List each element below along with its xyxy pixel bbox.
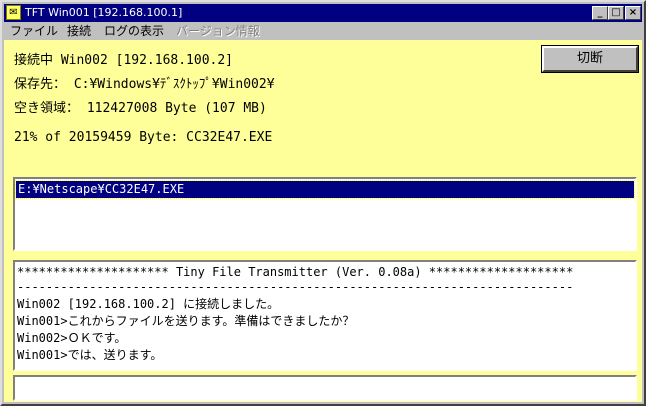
menu-file[interactable]: ファイル — [10, 22, 58, 40]
maximize-button[interactable]: □ — [608, 6, 624, 20]
free-space: 空き領域： 112427008 Byte (107 MB) — [14, 101, 267, 116]
message-input[interactable] — [13, 375, 637, 401]
app-icon[interactable]: ✉ — [6, 5, 21, 20]
log-line: ********************* Tiny File Transmit… — [17, 265, 574, 279]
transfer-progress: 21% of 20159459 Byte: CC32E47.EXE — [14, 130, 273, 145]
log-line: Win001>これからファイルを送ります。準備はできましたか？ — [17, 314, 355, 328]
minimize-icon: _ — [597, 7, 603, 18]
file-list-item[interactable]: E:¥Netscape¥CC32E47.EXE — [15, 180, 635, 199]
disconnect-button[interactable]: 切断 — [541, 45, 639, 73]
client-area: 接続中 Win002 [192.168.100.2] 保存先： C:¥Windo… — [4, 40, 642, 402]
file-list[interactable]: E:¥Netscape¥CC32E47.EXE — [13, 177, 637, 251]
maximize-icon: □ — [611, 7, 621, 18]
save-path: 保存先： C:¥Windows¥ﾃﾞｽｸﾄｯﾌﾟ¥Win002¥ — [14, 77, 275, 92]
close-icon: × — [628, 7, 638, 18]
log-line: Win001>では、送ります。 — [17, 348, 163, 362]
menu-bar: ファイル 接続 ログの表示 バージョン情報 — [4, 22, 642, 40]
menu-version-info[interactable]: バージョン情報 — [176, 22, 260, 40]
app-window: ✉ TFT Win001 [192.168.100.1] _ □ × ファイル … — [0, 0, 646, 406]
menu-view-log[interactable]: ログの表示 — [104, 22, 164, 40]
close-button[interactable]: × — [625, 6, 641, 20]
chat-log[interactable]: ********************* Tiny File Transmit… — [13, 260, 637, 371]
log-line: ----------------------------------------… — [17, 280, 574, 294]
title-bar[interactable]: ✉ TFT Win001 [192.168.100.1] _ □ × — [4, 4, 642, 22]
minimize-button[interactable]: _ — [592, 6, 608, 20]
menu-connect[interactable]: 接続 — [67, 22, 91, 40]
window-title: TFT Win001 [192.168.100.1] — [25, 6, 183, 19]
connection-status: 接続中 Win002 [192.168.100.2] — [14, 53, 234, 68]
log-line: Win002>ＯＫです。 — [17, 331, 127, 345]
log-line: Win002 [192.168.100.2] に接続しました。 — [17, 297, 280, 311]
